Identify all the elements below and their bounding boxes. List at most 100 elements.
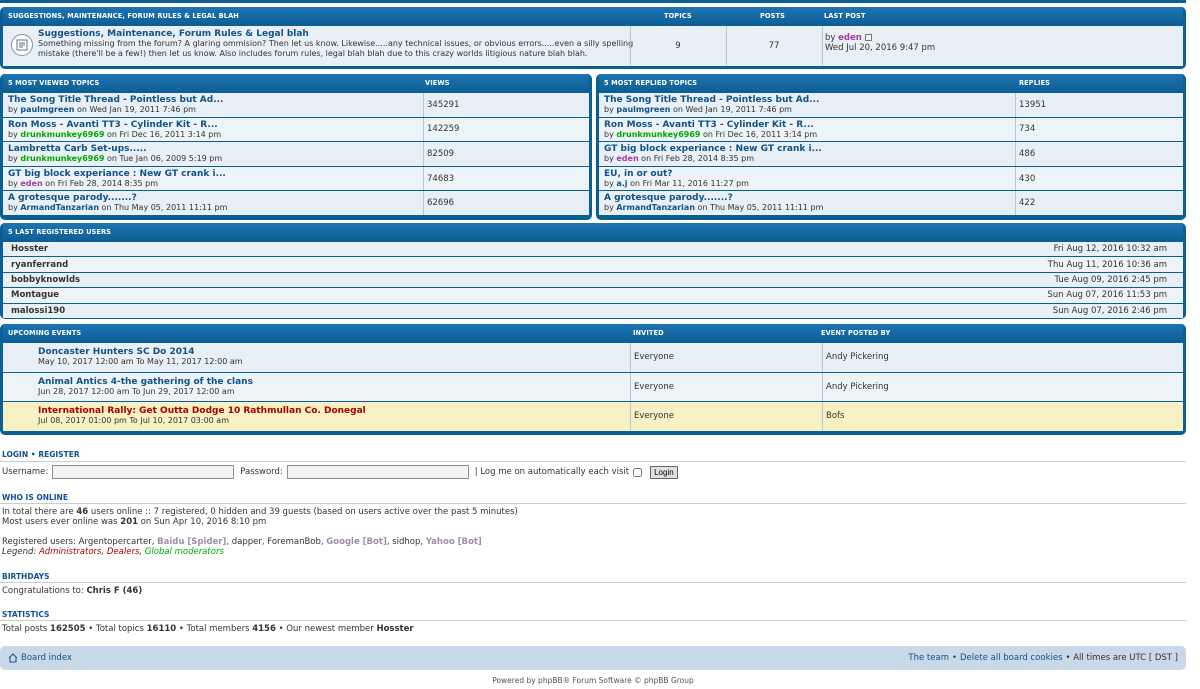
registered-date: Tue Aug 09, 2016 2:45 pm [1054, 274, 1167, 285]
register-link[interactable]: REGISTER [38, 450, 79, 459]
most-replied-author-link[interactable]: a.j [616, 179, 627, 188]
event-invited: Everyone [634, 352, 674, 363]
most-viewed-row[interactable]: The Song Title Thread - Pointless but Ad… [3, 92, 589, 117]
legend-global-moderators[interactable]: Global moderators [145, 547, 224, 557]
registered-user-row[interactable]: ryanferrand Thu Aug 11, 2016 10:36 am [3, 256, 1183, 272]
online-user-link[interactable]: dapper [232, 537, 262, 547]
most-viewed-author-link[interactable]: paulmgreen [20, 105, 74, 114]
most-replied-topic-link[interactable]: A grotesque parody.......? [604, 193, 1004, 203]
legend-dealers[interactable]: Dealers [107, 547, 140, 557]
registered-user-row[interactable]: malossi190 Sun Aug 07, 2016 2:46 pm [3, 302, 1183, 318]
most-replied-topic-link[interactable]: EU, in or out? [604, 169, 1004, 179]
most-viewed-author-link[interactable]: ArmandTanzarian [20, 203, 99, 212]
most-replied-title: 5 MOST REPLIED TOPICS [604, 79, 698, 87]
most-replied-row[interactable]: The Song Title Thread - Pointless but Ad… [599, 92, 1183, 117]
forum-row[interactable]: Suggestions, Maintenance, Forum Rules & … [3, 25, 1183, 66]
remember-checkbox[interactable] [633, 467, 643, 477]
most-viewed-topic-link[interactable]: A grotesque parody.......? [8, 193, 408, 203]
event-posted-by-link[interactable]: Bofs [826, 402, 844, 431]
events-posted-by-header: EVENT POSTED BY [821, 329, 891, 337]
home-icon[interactable] [8, 653, 18, 663]
event-posted-by-link[interactable]: Andy Pickering [826, 373, 889, 402]
registered-date: Sun Aug 07, 2016 11:53 pm [1047, 290, 1167, 301]
online-user-link[interactable]: Baidu [Spider] [157, 537, 226, 547]
delete-cookies-link[interactable]: Delete all board cookies [960, 653, 1063, 663]
online-user-link[interactable]: Yahoo [Bot] [426, 537, 482, 547]
most-replied-topic-link[interactable]: The Song Title Thread - Pointless but Ad… [604, 95, 1004, 105]
birthday-user-link[interactable]: Chris F (46) [86, 586, 142, 596]
login-form: Username: Password: | Log me on automati… [2, 465, 678, 479]
username-input[interactable] [52, 465, 235, 479]
most-viewed-topic-link[interactable]: Ron Moss - Avanti TT3 - Cylinder Kit - R… [8, 120, 408, 130]
most-replied-author-link[interactable]: ArmandTanzarian [616, 203, 695, 212]
password-input[interactable] [286, 465, 469, 479]
online-user-link[interactable]: Google [Bot] [326, 537, 387, 547]
most-viewed-topic-link[interactable]: The Song Title Thread - Pointless but Ad… [8, 95, 408, 105]
most-viewed-topic-link[interactable]: Lambretta Carb Set-ups..... [8, 144, 408, 154]
event-row[interactable]: Doncaster Hunters SC Do 2014 May 10, 2017… [3, 342, 1183, 372]
most-replied-row[interactable]: A grotesque parody.......? by ArmandTanza… [599, 190, 1183, 215]
most-replied-topic-link[interactable]: Ron Moss - Avanti TT3 - Cylinder Kit - R… [604, 120, 1004, 130]
the-team-link[interactable]: The team [908, 653, 949, 663]
most-replied-row[interactable]: Ron Moss - Avanti TT3 - Cylinder Kit - R… [599, 116, 1183, 142]
top-border [0, 0, 1186, 3]
view-latest-post-icon[interactable] [864, 34, 872, 41]
event-title-link[interactable]: Doncaster Hunters SC Do 2014 [38, 347, 243, 357]
board-index-link[interactable]: Board index [21, 653, 72, 663]
event-title-link[interactable]: Animal Antics 4-the gathering of the cla… [38, 377, 253, 387]
event-dates: May 10, 2017 12:00 am To May 11, 2017 12… [38, 357, 243, 366]
newest-member-link[interactable]: Hosster [376, 624, 413, 634]
registered-user-row[interactable]: bobbyknowlds Tue Aug 09, 2016 2:45 pm [3, 271, 1183, 288]
registered-user-row[interactable]: Hosster Fri Aug 12, 2016 10:32 am [3, 241, 1183, 257]
login-button[interactable]: Login [650, 465, 678, 479]
most-viewed-row[interactable]: GT big block experiance : New GT crank i… [3, 165, 589, 191]
most-replied-row[interactable]: EU, in or out? by a.j on Fri Mar 11, 2016… [599, 165, 1183, 191]
registered-user-link[interactable]: Montague [11, 288, 59, 302]
login-link[interactable]: LOGIN [2, 450, 28, 459]
who-is-online-header: WHO IS ONLINE [2, 493, 68, 502]
event-dates: Jul 08, 2017 01:00 pm To Jul 10, 2017 03… [38, 416, 229, 426]
footer-navbar: Board index The team • Delete all board … [0, 646, 1186, 670]
most-replied-header: 5 MOST REPLIED TOPICS REPLIES [599, 74, 1183, 92]
remember-label: | Log me on automatically each visit [474, 467, 630, 477]
forum-panel-header: SUGGESTIONS, MAINTENANCE, FORUM RULES & … [3, 7, 1183, 25]
legend-administrators[interactable]: Administrators [39, 547, 102, 557]
most-replied-topic-link[interactable]: GT big block experiance : New GT crank i… [604, 144, 1004, 154]
forum-panel: SUGGESTIONS, MAINTENANCE, FORUM RULES & … [0, 7, 1186, 69]
most-viewed-row[interactable]: A grotesque parody.......? by ArmandTanza… [3, 190, 589, 215]
password-label: Password: [240, 467, 283, 477]
record-online-count: 201 [120, 517, 139, 527]
most-replied-author-link[interactable]: drunkmunkey6969 [616, 130, 700, 139]
username-label: Username: [2, 467, 49, 477]
event-row[interactable]: International Rally: Get Outta Dodge 10 … [3, 401, 1183, 431]
most-viewed-author-link[interactable]: drunkmunkey6969 [20, 130, 104, 139]
last-post-author-link[interactable]: eden [838, 33, 862, 43]
online-user-link[interactable]: Argentopercarter [79, 537, 152, 547]
registered-user-link[interactable]: malossi190 [11, 304, 65, 318]
most-replied-count: 486 [1019, 148, 1036, 159]
registered-user-link[interactable]: ryanferrand [11, 257, 68, 271]
registered-user-link[interactable]: bobbyknowlds [11, 273, 80, 287]
event-title-link[interactable]: International Rally: Get Outta Dodge 10 … [38, 406, 366, 416]
registered-user-row[interactable]: Montague Sun Aug 07, 2016 11:53 pm [3, 287, 1183, 303]
online-user-link[interactable]: ForemanBob [267, 537, 321, 547]
birthdays-text: Congratulations to: Chris F (46) [2, 586, 143, 596]
views-column-header: VIEWS [425, 79, 450, 87]
most-replied-author-link[interactable]: eden [616, 154, 638, 163]
powered-by-text: Powered by phpBB® Forum Software © phpBB… [492, 676, 694, 685]
event-row[interactable]: Animal Antics 4-the gathering of the cla… [3, 371, 1183, 402]
most-viewed-author-link[interactable]: eden [20, 179, 42, 188]
most-replied-row[interactable]: GT big block experiance : New GT crank i… [599, 141, 1183, 166]
forum-header-name: SUGGESTIONS, MAINTENANCE, FORUM RULES & … [8, 12, 239, 20]
most-viewed-row[interactable]: Ron Moss - Avanti TT3 - Cylinder Kit - R… [3, 116, 589, 142]
most-viewed-topic-link[interactable]: GT big block experiance : New GT crank i… [8, 169, 408, 179]
event-invited: Everyone [634, 411, 674, 422]
most-viewed-row[interactable]: Lambretta Carb Set-ups..... by drunkmunke… [3, 141, 589, 166]
forum-title-link[interactable]: Suggestions, Maintenance, Forum Rules & … [38, 29, 658, 39]
last-registered-title: 5 LAST REGISTERED USERS [8, 228, 112, 236]
online-user-link[interactable]: sidhop [392, 537, 420, 547]
event-posted-by-link[interactable]: Andy Pickering [826, 343, 889, 372]
registered-user-link[interactable]: Hosster [11, 242, 48, 256]
most-replied-author-link[interactable]: paulmgreen [616, 105, 670, 114]
most-viewed-author-link[interactable]: drunkmunkey6969 [20, 154, 104, 163]
